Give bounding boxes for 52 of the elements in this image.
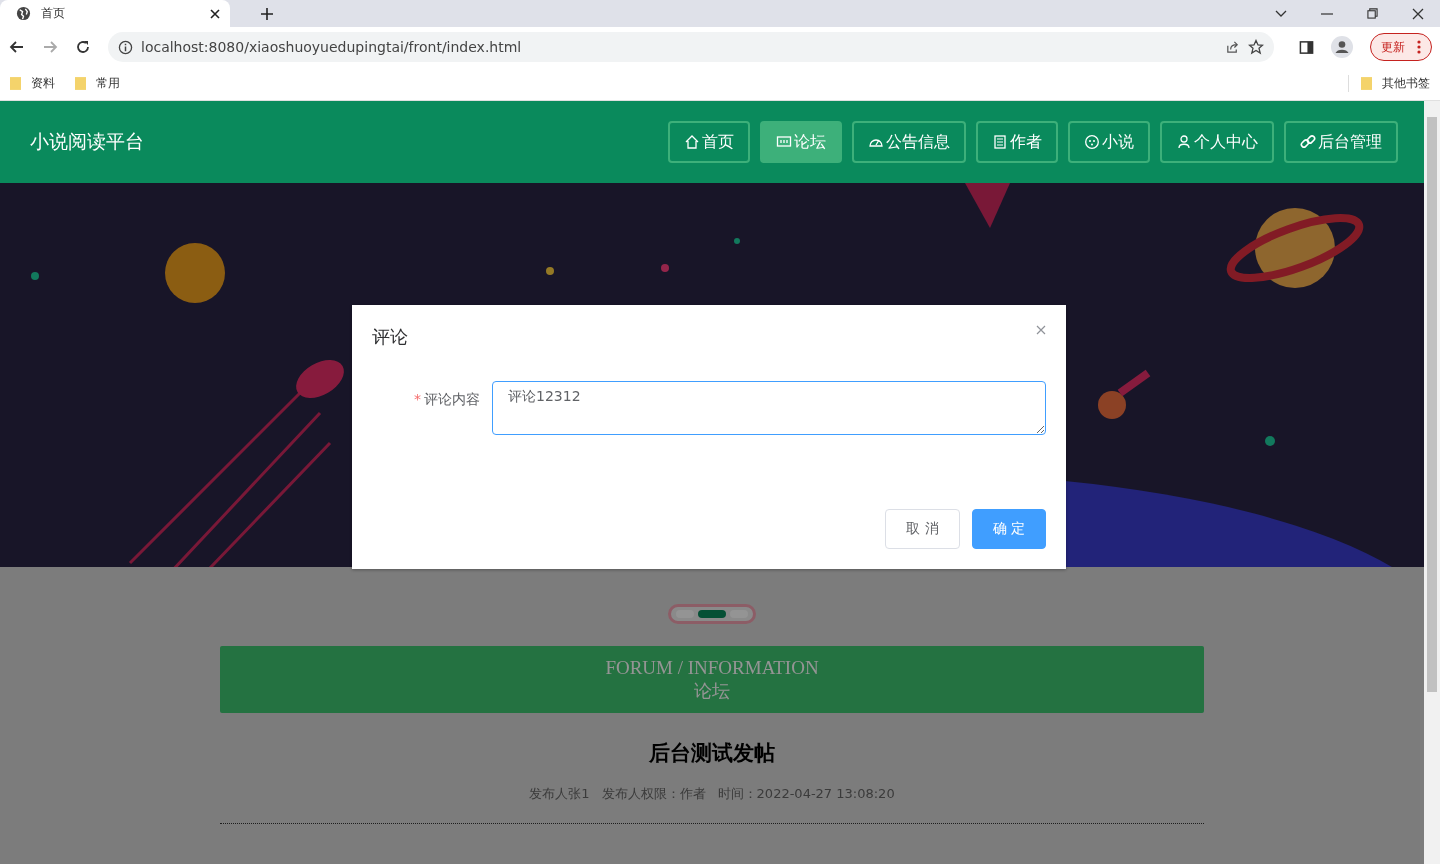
section-title: FORUM / INFORMATION — [605, 656, 819, 679]
star-icon[interactable] — [1248, 39, 1264, 55]
nav-tab[interactable]: 首页 — [668, 121, 750, 163]
bookmark[interactable]: 常用 — [75, 75, 120, 92]
chevron-down-icon[interactable] — [1275, 9, 1287, 18]
bookmark[interactable]: 资料 — [10, 75, 55, 92]
plus-icon[interactable] — [260, 6, 274, 21]
back-icon[interactable] — [9, 39, 25, 55]
browser-tab[interactable]: 首页 — [0, 0, 230, 27]
more-icon — [1417, 40, 1421, 54]
document-icon — [992, 134, 1008, 150]
chat-icon — [776, 134, 792, 150]
share-icon[interactable] — [1225, 39, 1240, 55]
folder-icon — [75, 77, 86, 90]
post-meta: 时间：2022-04-27 13:08:20 — [717, 785, 895, 803]
update-button[interactable]: 更新 — [1370, 33, 1432, 61]
globe-icon — [16, 6, 31, 21]
reload-icon[interactable] — [75, 39, 91, 55]
close-icon[interactable] — [1412, 7, 1424, 20]
scrollbar[interactable] — [1424, 101, 1440, 864]
info-icon — [118, 39, 133, 55]
dialog-title: 评论 — [372, 325, 408, 349]
bookmark[interactable]: 其他书签 — [1348, 75, 1430, 92]
home-icon — [684, 134, 700, 150]
folder-icon — [10, 77, 21, 90]
nav-tab[interactable]: 小说 — [1068, 121, 1150, 163]
section-subtitle: 论坛 — [694, 678, 730, 703]
required-mark: * — [414, 391, 421, 407]
nav-tab[interactable]: 后台管理 — [1284, 121, 1398, 163]
comment-field[interactable]: 评论12312 — [492, 381, 1046, 435]
address-bar[interactable]: localhost:8080/xiaoshuoyuedupingtai/front/index.html — [108, 32, 1274, 62]
side-panel-icon[interactable] — [1299, 39, 1314, 55]
user-icon — [1176, 134, 1192, 150]
face-icon — [1084, 134, 1100, 150]
tab-title: 首页 — [41, 5, 66, 22]
confirm-button[interactable]: 确 定 — [971, 509, 1046, 549]
restore-icon[interactable] — [1367, 8, 1378, 19]
nav-tab[interactable]: 作者 — [976, 121, 1058, 163]
nav-tab[interactable]: 公告信息 — [852, 121, 966, 163]
post-title: 后台测试发帖 — [649, 740, 775, 767]
post-meta: 发布人张1 — [529, 785, 590, 803]
profile-icon[interactable] — [1331, 36, 1353, 58]
field-label: 评论内容 — [424, 391, 480, 409]
nav-tab[interactable]: 个人中心 — [1160, 121, 1274, 163]
cancel-button[interactable]: 取 消 — [885, 509, 960, 549]
link-icon — [1300, 134, 1316, 150]
close-icon[interactable] — [210, 8, 220, 19]
minimize-icon[interactable] — [1321, 12, 1333, 15]
folder-icon — [1361, 77, 1372, 90]
post-meta: 发布人权限：作者 — [601, 785, 706, 803]
nav-tab[interactable]: 论坛 — [760, 121, 842, 163]
site-title: 小说阅读平台 — [30, 129, 144, 154]
